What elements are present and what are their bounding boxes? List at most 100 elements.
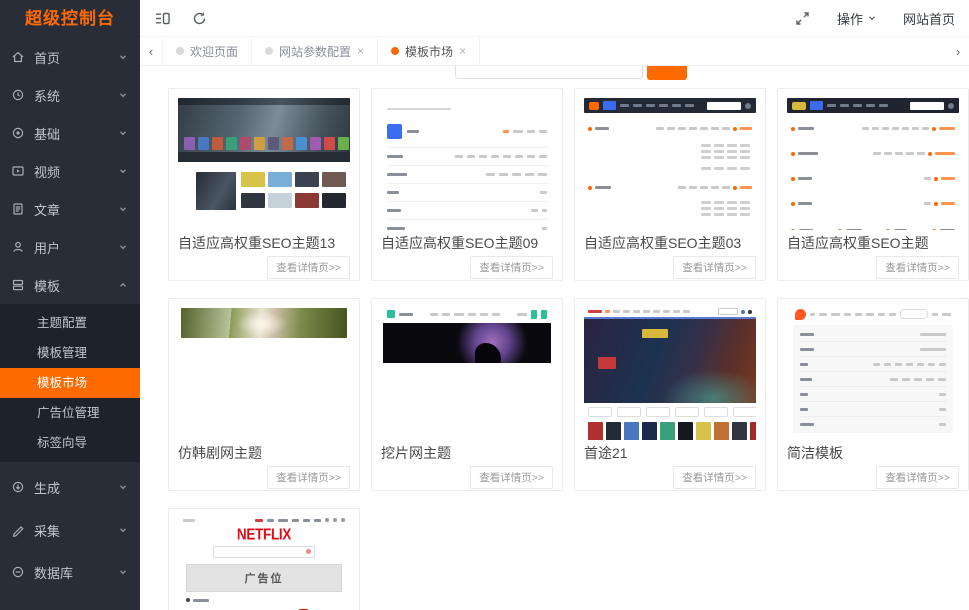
template-card: 自适应高权重SEO主题03 查看详情页>>	[574, 88, 766, 281]
template-card-grid: 自适应高权重SEO主题13 查看详情页>>	[168, 88, 969, 610]
tab-dot	[265, 47, 273, 55]
sidebar-item-generate[interactable]: 生成	[0, 468, 140, 506]
view-detail-button[interactable]: 查看详情页>>	[267, 466, 350, 489]
sidebar-item-article[interactable]: 文章	[0, 190, 140, 228]
sidebar-item-tag-wizard[interactable]: 标签向导	[0, 428, 140, 458]
sidebar-item-label: 文章	[34, 200, 60, 219]
chevron-down-icon	[118, 242, 128, 252]
home-icon	[11, 50, 25, 64]
sidebar-item-home[interactable]: 首页	[0, 38, 140, 76]
tab-bar: ‹ 欢迎页面 网站参数配置 × 模板市场 × ›	[140, 37, 969, 66]
chevron-down-icon	[118, 204, 128, 214]
chevron-up-icon	[118, 280, 128, 290]
template-title: 自适应高权重SEO主题13	[178, 233, 350, 253]
chevron-down-icon	[118, 525, 128, 535]
view-detail-button[interactable]: 查看详情页>>	[876, 466, 959, 489]
generate-icon	[11, 480, 25, 494]
thumb-list-panel	[793, 325, 953, 433]
view-detail-button[interactable]: 查看详情页>>	[267, 256, 350, 279]
thumb-site-header	[381, 308, 553, 320]
template-thumbnail	[381, 306, 553, 440]
tabs-scroll-right-icon[interactable]: ›	[947, 44, 969, 59]
sidebar-item-user[interactable]: 用户	[0, 228, 140, 266]
chevron-down-icon	[118, 90, 128, 100]
sidebar-item-label: 系统	[34, 86, 60, 105]
template-card: 首途21 查看详情页>>	[574, 298, 766, 491]
template-thumbnail: NETFLIX 广告位	[178, 516, 350, 610]
app-logo: 超级控制台	[0, 0, 140, 38]
template-title: 自适应高权重SEO主题09	[381, 233, 553, 253]
template-thumbnail	[381, 96, 553, 230]
thumb-banner	[383, 323, 551, 363]
system-icon	[11, 88, 25, 102]
search-button[interactable]	[647, 64, 687, 80]
tab-dot	[176, 47, 184, 55]
sidebar-item-ad-manage[interactable]: 广告位管理	[0, 398, 140, 428]
chevron-down-icon	[118, 567, 128, 577]
close-icon[interactable]: ×	[459, 45, 466, 57]
sidebar-item-collect[interactable]: 采集	[0, 511, 140, 549]
base-icon	[11, 126, 25, 140]
search-input[interactable]	[455, 64, 643, 79]
sidebar: 超级控制台 首页 系统 基础 视频 文章 用户	[0, 0, 140, 610]
app-window: 超级控制台 首页 系统 基础 视频 文章 用户	[0, 0, 969, 610]
template-card: 自适应高权重SEO主题13 查看详情页>>	[168, 88, 360, 281]
sidebar-item-label: 视频	[34, 162, 60, 181]
operation-dropdown[interactable]: 操作	[837, 9, 877, 28]
tab-label: 模板市场	[405, 43, 453, 60]
template-title: 简洁模板	[787, 443, 959, 463]
tab-template-market[interactable]: 模板市场 ×	[378, 37, 480, 65]
netflix-logo: NETFLIX	[178, 526, 350, 543]
site-home-link[interactable]: 网站首页	[903, 9, 955, 28]
refresh-icon[interactable]	[191, 10, 208, 27]
template-thumbnail	[584, 306, 756, 440]
view-detail-button[interactable]: 查看详情页>>	[673, 256, 756, 279]
template-title: 仿韩剧网主题	[178, 443, 350, 463]
view-detail-button[interactable]: 查看详情页>>	[876, 256, 959, 279]
thumb-search-bar	[213, 546, 315, 558]
video-icon	[11, 164, 25, 178]
tabs-scroll-left-icon[interactable]: ‹	[140, 44, 162, 59]
sidebar-item-label: 生成	[34, 478, 60, 497]
template-thumbnail	[584, 96, 756, 230]
template-thumbnail	[178, 306, 350, 440]
sidebar-item-video[interactable]: 视频	[0, 152, 140, 190]
chevron-down-icon	[118, 128, 128, 138]
sidebar-item-template-market[interactable]: 模板市场	[0, 368, 140, 398]
sidebar-item-template-manage[interactable]: 模板管理	[0, 338, 140, 368]
user-icon	[11, 240, 25, 254]
tab-dot	[391, 47, 399, 55]
template-thumbnail	[787, 306, 959, 440]
close-icon[interactable]: ×	[357, 45, 364, 57]
template-card: NETFLIX 广告位	[168, 508, 360, 610]
sidebar-item-theme-config[interactable]: 主题配置	[0, 308, 140, 338]
view-detail-button[interactable]: 查看详情页>>	[470, 256, 553, 279]
thumb-banner	[584, 319, 756, 403]
template-icon	[11, 278, 25, 292]
sidebar-item-database[interactable]: 数据库	[0, 553, 140, 591]
menu-fold-icon[interactable]	[154, 10, 171, 27]
sidebar-item-template[interactable]: 模板	[0, 266, 140, 304]
thumb-site-header	[584, 98, 756, 113]
thumb-site-header	[787, 98, 959, 113]
view-detail-button[interactable]: 查看详情页>>	[470, 466, 553, 489]
template-submenu: 主题配置 模板管理 模板市场 广告位管理 标签向导	[0, 304, 140, 462]
template-card: 仿韩剧网主题 查看详情页>>	[168, 298, 360, 491]
chevron-down-icon	[867, 13, 877, 23]
template-card: 自适应高权重SEO主题09 查看详情页>>	[371, 88, 563, 281]
operation-label: 操作	[837, 9, 863, 28]
chevron-down-icon	[118, 166, 128, 176]
view-detail-button[interactable]: 查看详情页>>	[673, 466, 756, 489]
ad-slot-box: 广告位	[186, 564, 342, 592]
template-thumbnail	[178, 96, 350, 230]
chevron-down-icon	[118, 52, 128, 62]
tab-welcome[interactable]: 欢迎页面	[162, 37, 252, 65]
thumb-banner	[181, 308, 347, 338]
main-area: 操作 网站首页 ‹ 欢迎页面 网站参数配置 × 模板市场 × ›	[140, 0, 969, 610]
fullscreen-icon[interactable]	[794, 10, 811, 27]
sidebar-item-base[interactable]: 基础	[0, 114, 140, 152]
top-toolbar: 操作 网站首页	[140, 0, 969, 37]
tab-site-params[interactable]: 网站参数配置 ×	[252, 37, 378, 65]
sidebar-item-system[interactable]: 系统	[0, 76, 140, 114]
collect-icon	[11, 523, 25, 537]
